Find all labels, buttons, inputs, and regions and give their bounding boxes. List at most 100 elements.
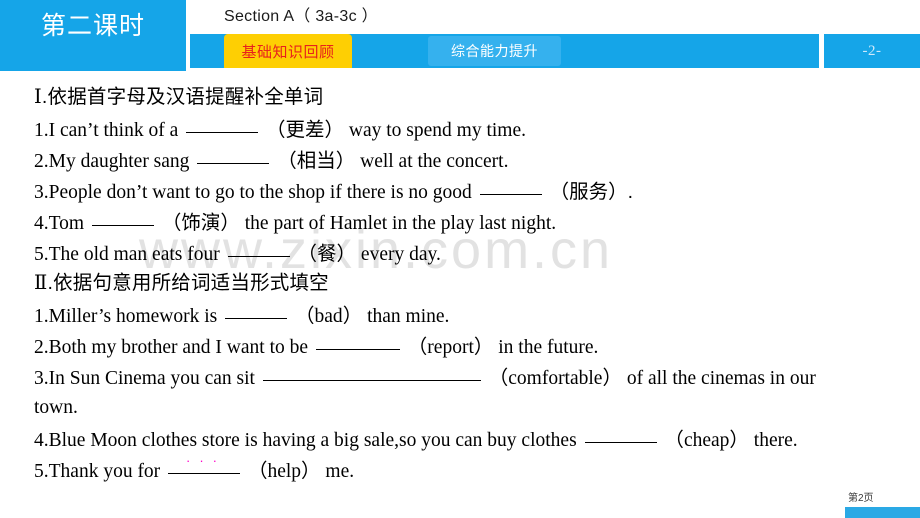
question-2-5-text-after: me. bbox=[325, 461, 355, 482]
question-1-1-paren-close: ） bbox=[324, 119, 345, 141]
question-1-1-number: 1. bbox=[34, 120, 49, 141]
lesson-badge-label: 第二课时 bbox=[40, 12, 145, 40]
question-1-5-paren-open: （ bbox=[297, 243, 318, 265]
question-1-1: 1.I can’t think of a （更差） way to spend m… bbox=[34, 119, 526, 141]
question-1-2-number: 2. bbox=[34, 151, 49, 172]
question-2-3-wrap: town. bbox=[34, 398, 78, 418]
question-2-2: 2.Both my brother and I want to be （repo… bbox=[34, 336, 598, 358]
page-footer: 第2页 bbox=[0, 480, 920, 518]
question-2-1-blank[interactable] bbox=[225, 305, 288, 319]
question-2-1-paren-open: （ bbox=[295, 306, 315, 327]
question-1-3-paren-close: ）. bbox=[608, 181, 634, 203]
question-2-3-paren-open: （ bbox=[488, 368, 509, 389]
section-1-roman: Ⅰ bbox=[34, 87, 42, 108]
question-2-5-number: 5. bbox=[34, 461, 49, 482]
question-2-1-paren-close: ） bbox=[342, 306, 363, 327]
question-1-2-paren-open: （ bbox=[277, 150, 297, 172]
question-1-2-text-before: My daughter sang bbox=[48, 151, 190, 172]
footer-page-label: 第2页 bbox=[848, 493, 874, 504]
section-2-roman: Ⅱ bbox=[34, 273, 48, 294]
question-1-5-paren-close: ） bbox=[336, 243, 357, 265]
footer-accent-bar bbox=[845, 507, 920, 518]
question-2-5-paren-open: （ bbox=[247, 461, 268, 482]
question-1-2: 2.My daughter sang （相当） well at the conc… bbox=[34, 150, 508, 172]
magenta-dotted-artifact: ··· bbox=[186, 453, 226, 468]
tab-advanced-skills[interactable]: 综合能力提升 bbox=[428, 36, 561, 66]
tab-basic-review-label: 基础知识回顾 bbox=[241, 43, 335, 61]
question-1-3-hint: 服务 bbox=[569, 181, 609, 203]
section-1-heading: Ⅰ.依据首字母及汉语提醒补全单词 bbox=[34, 86, 324, 108]
question-1-2-paren-close: ） bbox=[335, 150, 356, 172]
question-2-4-text-before: Blue Moon clothes store is having a big … bbox=[48, 430, 577, 451]
question-2-3-wrap-text: town. bbox=[34, 397, 78, 418]
question-1-5-hint: 餐 bbox=[317, 243, 337, 265]
question-1-5-text-after: every day. bbox=[360, 244, 441, 265]
question-1-4-paren-open: （ bbox=[161, 212, 182, 234]
question-1-3: 3.People don’t want to go to the shop if… bbox=[34, 181, 633, 203]
question-1-4-text-after: the part of Hamlet in the play last nigh… bbox=[244, 213, 557, 234]
question-1-3-number: 3. bbox=[34, 182, 49, 203]
question-2-2-number: 2. bbox=[34, 337, 49, 358]
question-1-5: 5.The old man eats four （餐） every day. bbox=[34, 243, 441, 265]
question-1-2-hint: 相当 bbox=[296, 150, 336, 172]
section-2-heading-text: .依据句意用所给词适当形式填空 bbox=[47, 272, 329, 294]
question-2-3-text-after: of all the cinemas in our bbox=[626, 368, 816, 389]
lesson-badge: 第二课时 bbox=[0, 0, 186, 71]
question-1-1-hint: 更差 bbox=[285, 119, 325, 141]
question-2-1-number: 1. bbox=[34, 306, 49, 327]
question-1-2-blank[interactable] bbox=[197, 150, 270, 164]
tab-advanced-skills-label: 综合能力提升 bbox=[451, 43, 538, 59]
question-1-2-text-after: well at the concert. bbox=[360, 151, 509, 172]
question-1-5-number: 5. bbox=[34, 244, 49, 265]
question-2-2-hint: report bbox=[427, 337, 474, 358]
question-2-1-text-before: Miller’s homework is bbox=[48, 306, 218, 327]
question-2-4-text-after: there. bbox=[753, 430, 798, 451]
question-1-3-blank[interactable] bbox=[479, 181, 542, 195]
question-2-2-paren-open: （ bbox=[407, 337, 428, 358]
question-1-4-text-before: Tom bbox=[48, 213, 85, 234]
tab-basic-review[interactable]: 基础知识回顾 bbox=[224, 34, 352, 68]
section-title: Section A（ 3a-3c ） bbox=[224, 8, 378, 25]
header-page-indicator: -2- bbox=[824, 34, 920, 68]
question-2-1-hint: bad bbox=[314, 306, 343, 327]
question-2-4-paren-open: （ bbox=[664, 430, 684, 451]
question-2-4-blank[interactable] bbox=[584, 429, 657, 443]
question-1-1-blank[interactable] bbox=[186, 119, 259, 133]
question-1-1-text-after: way to spend my time. bbox=[348, 120, 527, 141]
question-1-4: 4.Tom （饰演） the part of Hamlet in the pla… bbox=[34, 212, 556, 234]
question-1-4-paren-close: ） bbox=[220, 212, 240, 234]
question-2-2-text-after: in the future. bbox=[498, 337, 599, 358]
question-1-4-blank[interactable] bbox=[91, 212, 154, 226]
question-2-5-hint: help bbox=[267, 461, 302, 482]
question-2-4-paren-close: ） bbox=[729, 430, 749, 451]
exercise-content: Ⅰ.依据首字母及汉语提醒补全单词 1.I can’t think of a （更… bbox=[0, 71, 920, 518]
question-1-3-paren-open: （ bbox=[549, 181, 570, 203]
question-2-1-text-after: than mine. bbox=[367, 306, 450, 327]
question-2-4-number: 4. bbox=[34, 430, 49, 451]
question-2-3-text-before: In Sun Cinema you can sit bbox=[48, 368, 255, 389]
section-1-heading-text: .依据首字母及汉语提醒补全单词 bbox=[41, 86, 324, 108]
question-2-2-text-before: Both my brother and I want to be bbox=[48, 337, 309, 358]
question-1-5-text-before: The old man eats four bbox=[48, 244, 220, 265]
question-2-5-text-before: Thank you for bbox=[48, 461, 161, 482]
question-1-4-hint: 饰演 bbox=[181, 212, 221, 234]
question-2-3-blank[interactable] bbox=[262, 367, 481, 381]
question-1-1-paren-open: （ bbox=[265, 119, 286, 141]
question-2-5-paren-close: ） bbox=[301, 461, 321, 482]
question-1-5-blank[interactable] bbox=[227, 243, 290, 257]
question-2-1: 1.Miller’s homework is （bad） than mine. bbox=[34, 305, 449, 327]
question-2-3: 3.In Sun Cinema you can sit （comfortable… bbox=[34, 367, 816, 389]
question-2-2-blank[interactable] bbox=[315, 336, 400, 350]
question-2-4-hint: cheap bbox=[683, 430, 730, 451]
header-page-indicator-label: -2- bbox=[862, 42, 882, 59]
page-header: 第二课时 Section A（ 3a-3c ） 基础知识回顾 综合能力提升 -2… bbox=[0, 0, 920, 71]
question-1-4-number: 4. bbox=[34, 213, 49, 234]
question-1-1-text-before: I can’t think of a bbox=[48, 120, 179, 141]
question-2-3-number: 3. bbox=[34, 368, 49, 389]
section-2-heading: Ⅱ.依据句意用所给词适当形式填空 bbox=[34, 272, 329, 294]
question-2-4: 4.Blue Moon clothes store is having a bi… bbox=[34, 429, 798, 451]
question-2-2-paren-close: ） bbox=[473, 337, 494, 358]
question-1-3-text-before: People don’t want to go to the shop if t… bbox=[48, 182, 472, 203]
question-2-3-hint: comfortable bbox=[508, 368, 603, 389]
question-2-3-paren-close: ） bbox=[602, 368, 622, 389]
